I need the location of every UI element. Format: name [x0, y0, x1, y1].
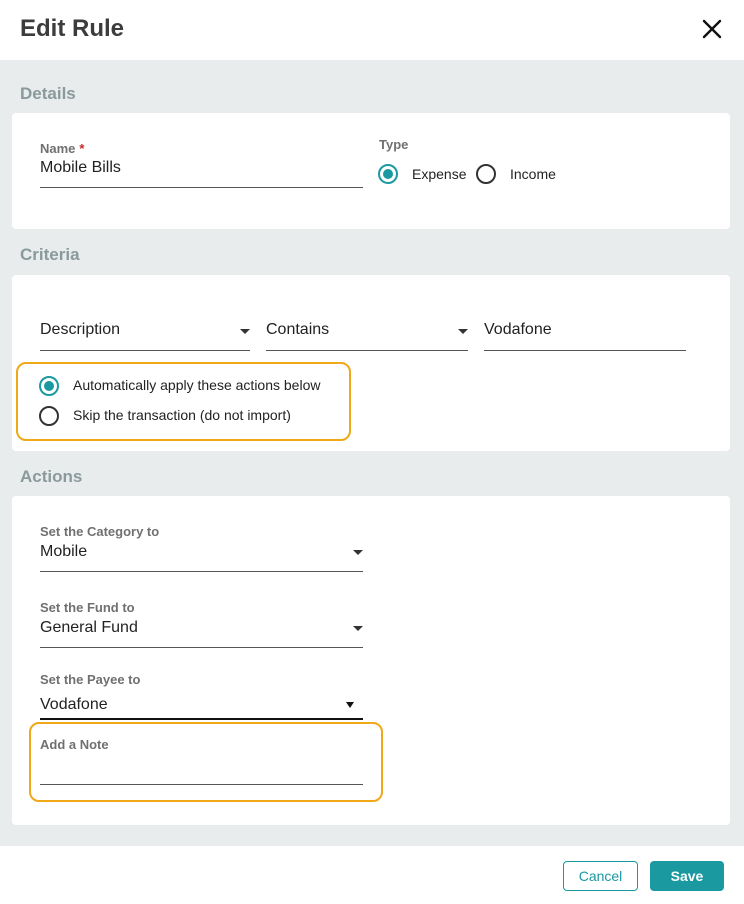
category-underline [40, 571, 363, 572]
criteria-field-select[interactable]: Description [40, 321, 120, 339]
criteria-operator-underline [266, 350, 468, 351]
actions-section-title: Actions [20, 467, 83, 486]
chevron-down-icon[interactable] [240, 329, 250, 334]
category-label: Set the Category to [40, 524, 160, 539]
type-expense-label[interactable]: Expense [412, 166, 466, 182]
name-label-text: Name [40, 141, 76, 156]
fund-underline [40, 647, 363, 648]
type-label: Type [379, 137, 409, 152]
save-button[interactable]: Save [650, 861, 724, 891]
chevron-down-icon[interactable] [458, 329, 468, 334]
criteria-options-highlight [16, 362, 351, 441]
name-input-underline [40, 187, 363, 188]
chevron-down-icon[interactable] [353, 550, 363, 555]
type-expense-radio[interactable] [378, 164, 398, 184]
details-section-title: Details [20, 84, 76, 103]
criteria-value-input[interactable]: Vodafone [484, 321, 552, 339]
dialog-footer: Cancel Save [0, 846, 744, 904]
fund-select[interactable]: General Fund [40, 619, 138, 637]
criteria-section-title: Criteria [20, 245, 80, 264]
criteria-value-underline [484, 350, 686, 351]
note-highlight [29, 722, 383, 802]
name-label: Name * [40, 141, 84, 156]
type-income-label[interactable]: Income [510, 166, 556, 182]
cancel-button[interactable]: Cancel [563, 861, 638, 891]
caret-down-icon[interactable] [346, 702, 354, 708]
payee-underline [40, 718, 363, 720]
details-card: Name * Mobile Bills Type Expense Income [12, 113, 730, 229]
close-icon[interactable] [699, 16, 725, 42]
payee-select[interactable]: Vodafone [40, 696, 108, 714]
type-income-radio[interactable] [476, 164, 496, 184]
criteria-operator-select[interactable]: Contains [266, 321, 329, 339]
dialog-header: Edit Rule [0, 0, 744, 60]
category-select[interactable]: Mobile [40, 543, 87, 561]
dialog-title: Edit Rule [20, 15, 125, 42]
chevron-down-icon[interactable] [353, 626, 363, 631]
required-marker: * [79, 141, 85, 156]
fund-label: Set the Fund to [40, 600, 135, 615]
criteria-field-underline [40, 350, 250, 351]
payee-label: Set the Payee to [40, 672, 141, 687]
name-input[interactable]: Mobile Bills [40, 159, 121, 177]
